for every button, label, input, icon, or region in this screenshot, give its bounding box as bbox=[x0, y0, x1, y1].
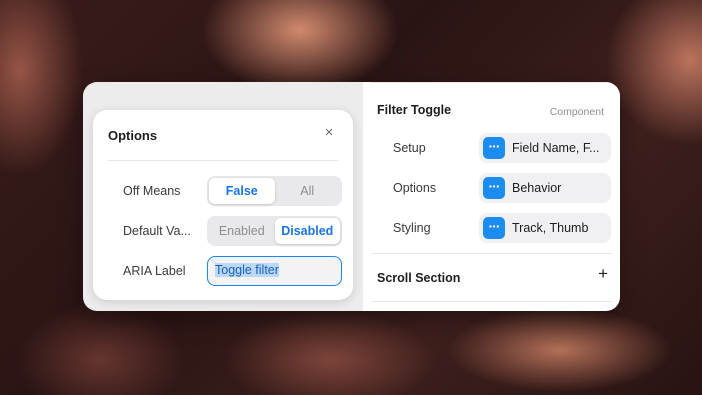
property-value: Field Name, F... bbox=[512, 141, 600, 155]
section-divider bbox=[371, 253, 612, 254]
top-divider bbox=[371, 82, 612, 83]
component-tag: Component bbox=[549, 106, 604, 118]
off-means-row: Off Means False All bbox=[108, 176, 343, 206]
options-property-chip[interactable]: ··· Behavior bbox=[479, 173, 611, 203]
ellipsis-icon: ··· bbox=[483, 217, 505, 239]
component-name: Filter Toggle bbox=[377, 103, 452, 117]
add-icon[interactable]: + bbox=[598, 265, 608, 283]
popover-header: Options × bbox=[108, 110, 338, 161]
inspector-pane: Filter Toggle Component Setup ··· Field … bbox=[363, 82, 620, 311]
canvas-pane: Options × Off Means False All Default Va… bbox=[83, 82, 363, 311]
setup-property-chip[interactable]: ··· Field Name, F... bbox=[479, 133, 611, 163]
bottom-divider bbox=[371, 301, 612, 302]
off-means-segmented-control: False All bbox=[207, 176, 342, 206]
ellipsis-icon: ··· bbox=[483, 137, 505, 159]
styling-property-chip[interactable]: ··· Track, Thumb bbox=[479, 213, 611, 243]
component-window: Options × Off Means False All Default Va… bbox=[83, 82, 620, 311]
default-value-segmented-control: Enabled Disabled bbox=[207, 216, 342, 246]
aria-label-value: Toggle filter bbox=[215, 263, 279, 277]
property-label: Setup bbox=[393, 141, 426, 155]
default-disabled-option[interactable]: Disabled bbox=[274, 218, 340, 244]
off-means-false-option[interactable]: False bbox=[209, 178, 275, 204]
off-means-all-option[interactable]: All bbox=[275, 178, 341, 204]
options-popover: Options × Off Means False All Default Va… bbox=[93, 110, 353, 300]
default-value-label: Default Va... bbox=[123, 224, 191, 238]
ellipsis-icon: ··· bbox=[483, 177, 505, 199]
aria-label-input[interactable]: Toggle filter bbox=[207, 256, 342, 286]
property-label: Styling bbox=[393, 221, 431, 235]
property-row-styling: Styling ··· Track, Thumb bbox=[377, 213, 612, 243]
scroll-section-title[interactable]: Scroll Section bbox=[377, 271, 460, 285]
aria-label-row: ARIA Label Toggle filter bbox=[108, 256, 343, 286]
property-row-setup: Setup ··· Field Name, F... bbox=[377, 133, 612, 163]
property-row-options: Options ··· Behavior bbox=[377, 173, 612, 203]
popover-title: Options bbox=[108, 128, 158, 143]
property-value: Track, Thumb bbox=[512, 221, 589, 235]
close-icon[interactable]: × bbox=[320, 124, 338, 142]
property-label: Options bbox=[393, 181, 437, 195]
aria-label-label: ARIA Label bbox=[123, 264, 186, 278]
property-value: Behavior bbox=[512, 181, 562, 195]
default-value-row: Default Va... Enabled Disabled bbox=[108, 216, 343, 246]
off-means-label: Off Means bbox=[123, 184, 181, 198]
default-enabled-option[interactable]: Enabled bbox=[209, 218, 275, 244]
